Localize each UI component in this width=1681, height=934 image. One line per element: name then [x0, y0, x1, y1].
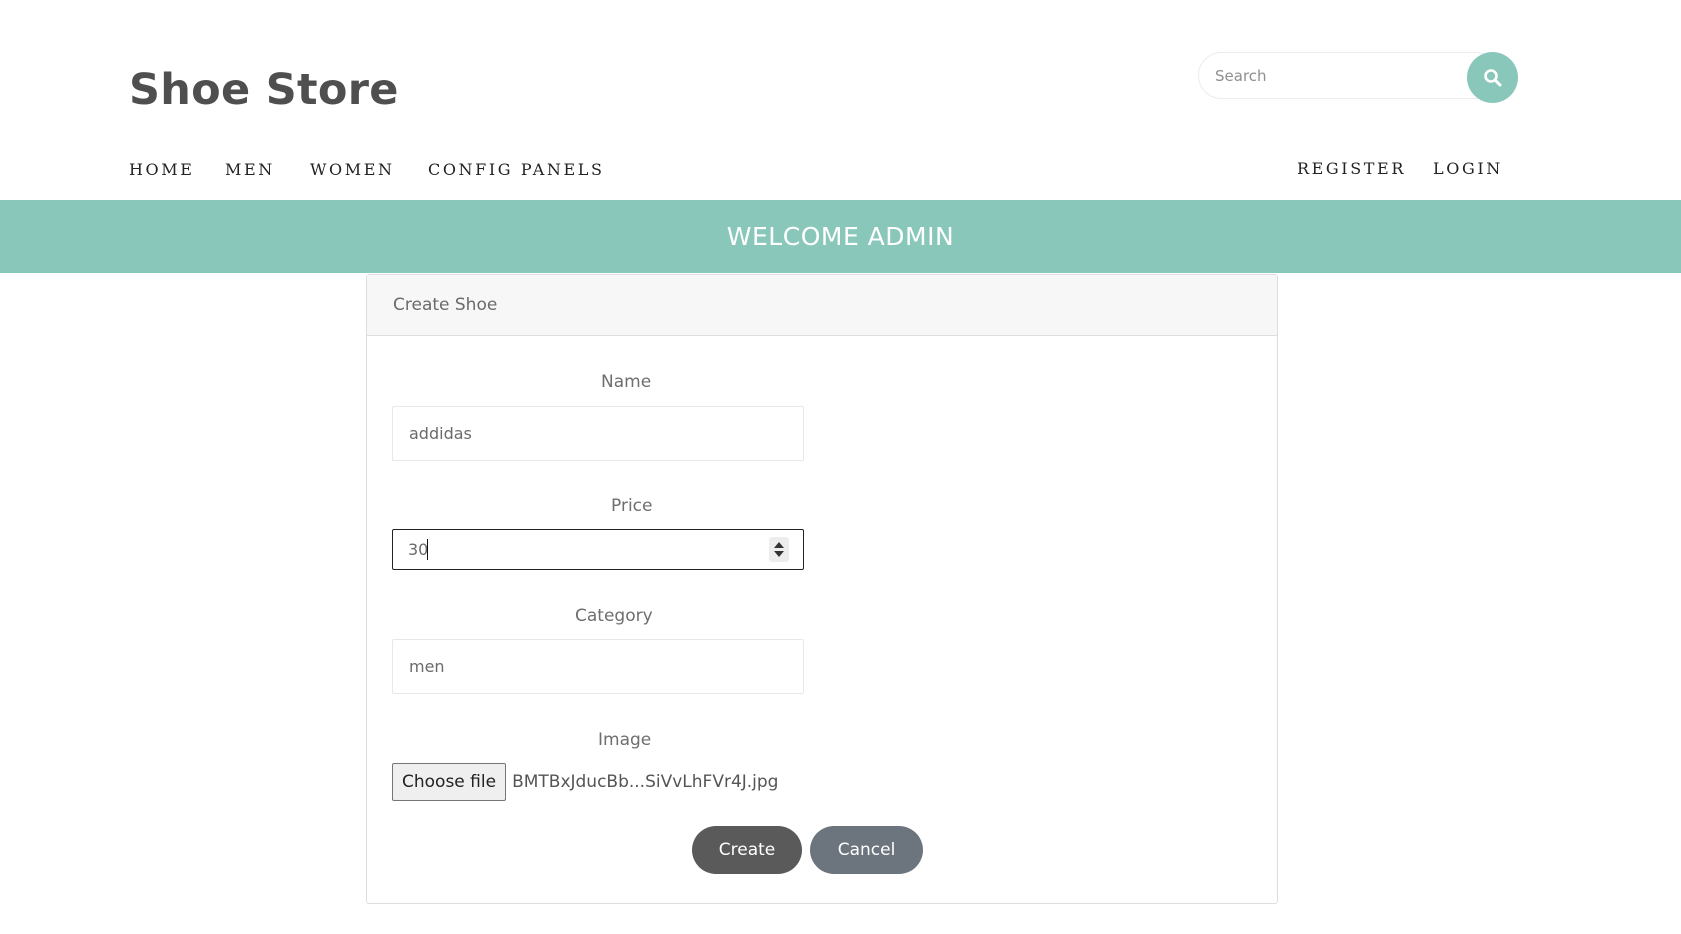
- nav-home[interactable]: HOME: [129, 159, 195, 181]
- image-label: Image: [598, 730, 652, 750]
- name-label: Name: [601, 372, 652, 392]
- welcome-text: WELCOME ADMIN: [726, 222, 955, 251]
- search-icon: [1483, 68, 1501, 86]
- price-value: 30: [408, 540, 429, 559]
- spinner-down-icon[interactable]: [774, 551, 784, 557]
- text-caret: [427, 539, 428, 560]
- nav-women[interactable]: WOMEN: [310, 159, 395, 181]
- search-input[interactable]: [1198, 52, 1498, 99]
- price-spinner[interactable]: [769, 537, 789, 562]
- search-form: [1198, 52, 1518, 103]
- search-button[interactable]: [1467, 52, 1518, 103]
- nav-register[interactable]: REGISTER: [1297, 158, 1406, 180]
- price-label: Price: [611, 496, 653, 516]
- welcome-banner: WELCOME ADMIN: [0, 200, 1681, 273]
- create-shoe-card: Create Shoe Name Price 30 Category Image…: [366, 274, 1278, 904]
- name-field[interactable]: [392, 406, 804, 461]
- nav-login[interactable]: LOGIN: [1433, 158, 1503, 180]
- category-label: Category: [575, 606, 653, 626]
- selected-file-name: BMTBxJducBb...SiVvLhFVr4J.jpg: [512, 772, 779, 792]
- nav-config-panels[interactable]: CONFIG PANELS: [428, 159, 605, 181]
- nav-men[interactable]: MEN: [225, 159, 275, 181]
- category-field[interactable]: [392, 639, 804, 694]
- image-file-input: Choose file BMTBxJducBb...SiVvLhFVr4J.jp…: [392, 763, 778, 801]
- choose-file-button[interactable]: Choose file: [392, 763, 507, 801]
- site-logo[interactable]: Shoe Store: [129, 60, 399, 120]
- create-button[interactable]: Create: [692, 826, 802, 874]
- cancel-button[interactable]: Cancel: [810, 826, 923, 874]
- spinner-up-icon[interactable]: [774, 542, 784, 548]
- price-field[interactable]: 30: [392, 529, 804, 570]
- card-title: Create Shoe: [367, 275, 1277, 336]
